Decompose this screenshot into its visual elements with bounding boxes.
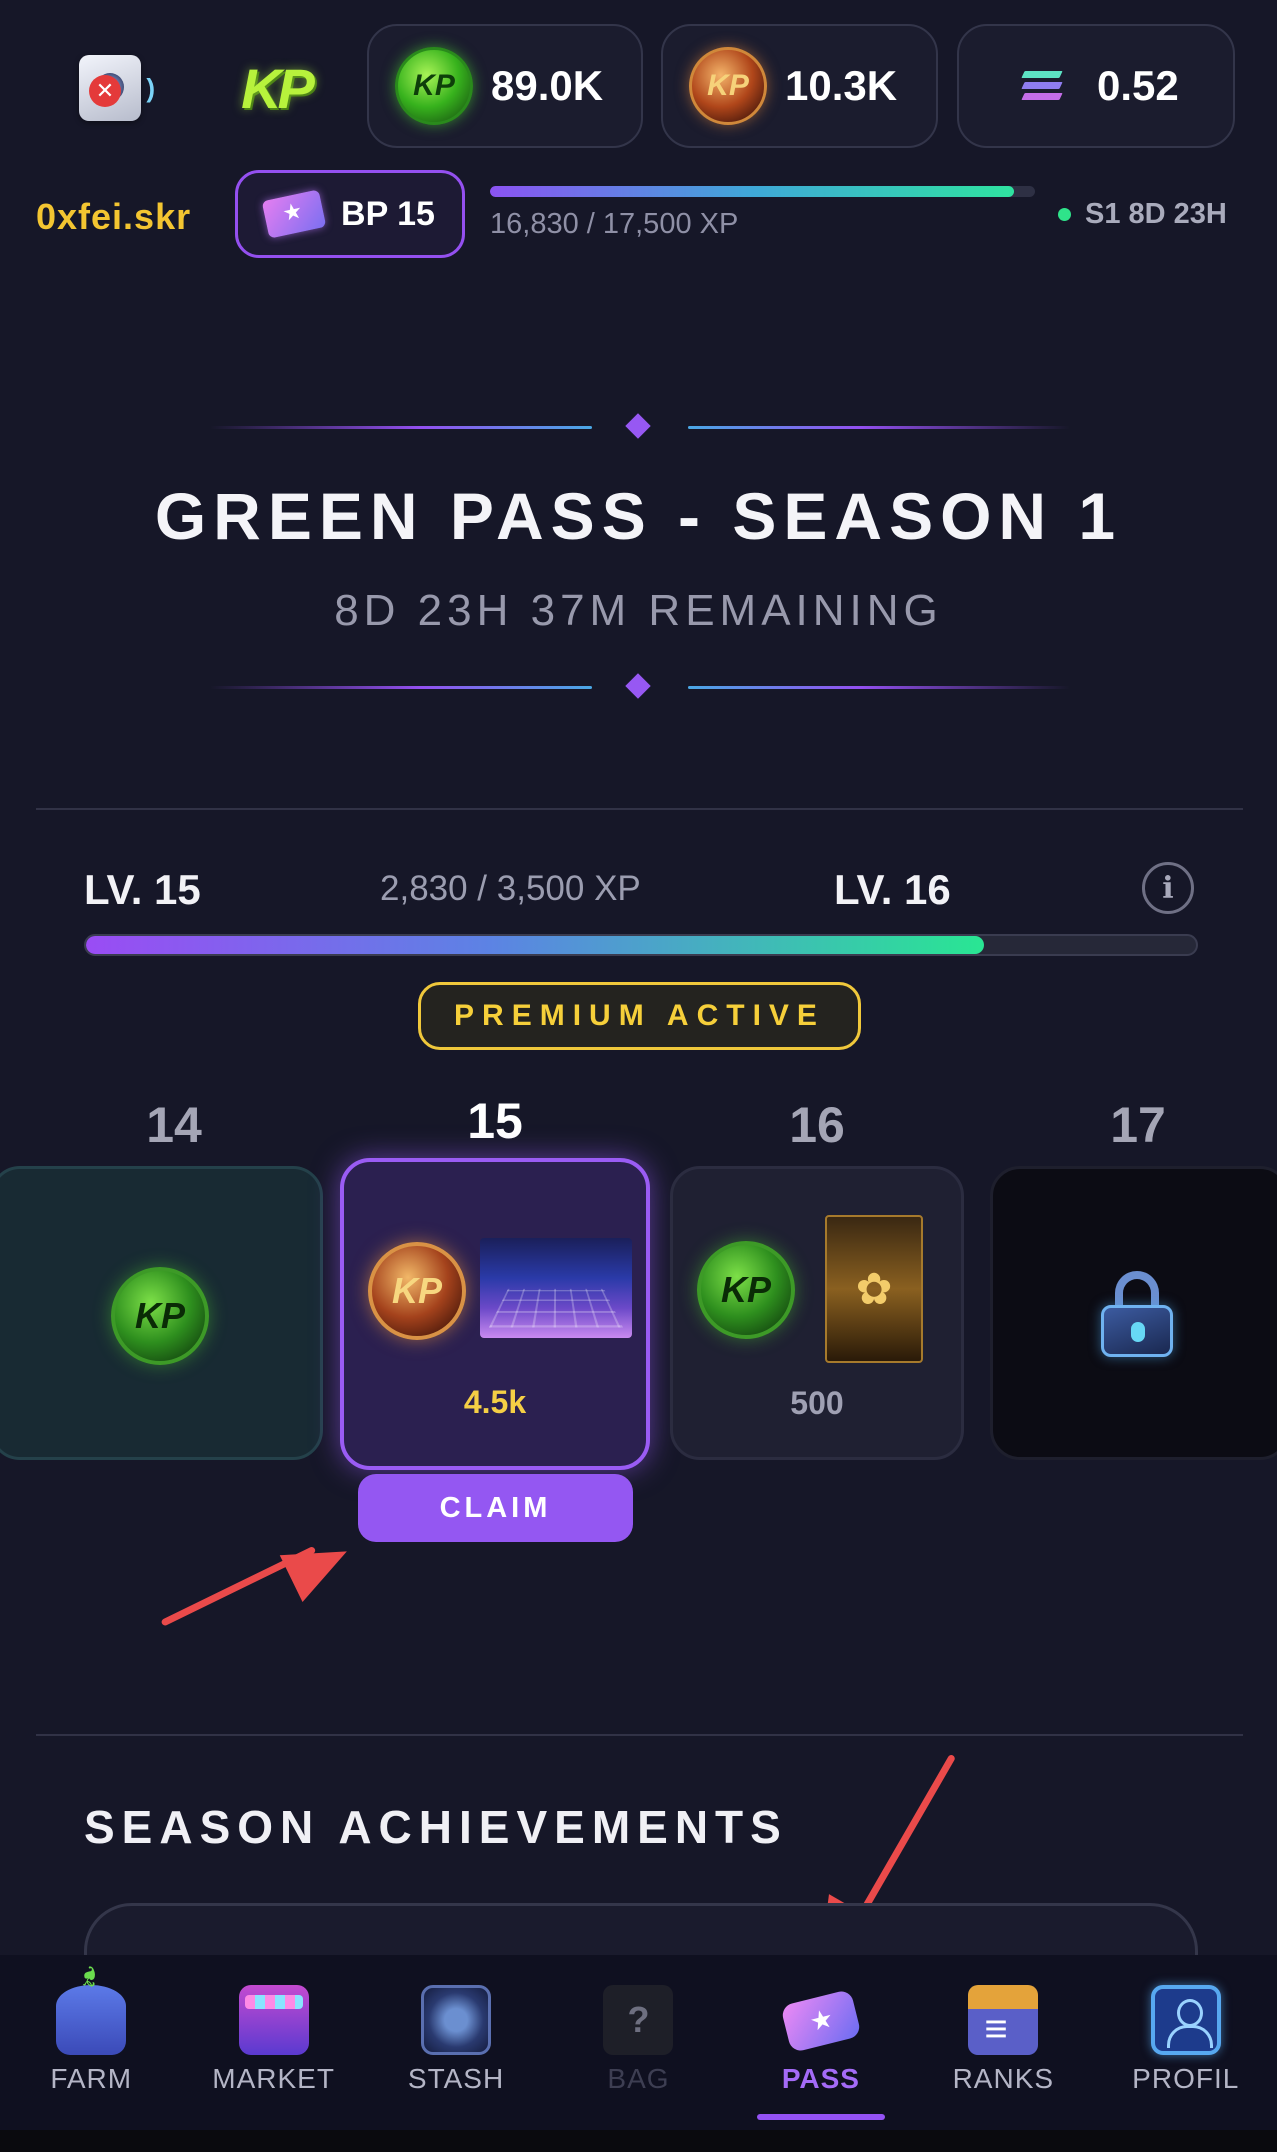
arena-skin-icon (480, 1238, 632, 1338)
nav-label: BAG (607, 2063, 670, 2094)
reward-level-17: 17 (1110, 1097, 1166, 1153)
nav-label: RANKS (952, 2063, 1055, 2094)
bp-level-label: BP 15 (341, 194, 435, 233)
kash-coin-icon: KP (689, 47, 767, 125)
reward-level-15: 15 (467, 1093, 523, 1149)
kash-balance-value: 10.3K (785, 62, 898, 109)
premium-active-badge: PREMIUM ACTIVE (418, 982, 861, 1050)
battle-pass-level-badge[interactable]: BP 15 (235, 170, 465, 258)
ticket-icon (261, 189, 327, 239)
season-xp-text: 16,830 / 17,500 XP (490, 208, 739, 240)
stash-icon (421, 1985, 492, 2055)
kush-coin-icon: KP (395, 47, 473, 125)
kush-balance[interactable]: KP 89.0K (367, 24, 643, 148)
title-divider-right (688, 426, 1070, 429)
username[interactable]: 0xfei.skr (36, 196, 191, 238)
diamond-icon (625, 673, 651, 699)
season-achievements-title: SEASON ACHIEVEMENTS (84, 1801, 788, 1853)
info-icon[interactable]: i (1142, 862, 1194, 914)
bottom-nav: FARM MARKET STASH ? BAG PASS RANKS PROFI… (0, 1955, 1277, 2130)
section-divider (36, 808, 1243, 810)
bag-icon: ? (603, 1985, 674, 2055)
speaker-muted-icon: ✕ ) (79, 55, 155, 121)
level-progress-bar (84, 934, 1198, 956)
diamond-icon (625, 413, 651, 439)
reward-amount: 500 (790, 1385, 844, 1421)
kp-logo: KP (241, 56, 315, 120)
nav-label: PASS (781, 2063, 860, 2094)
nav-label: STASH (407, 2063, 505, 2094)
gold-pack-icon: ✿ (825, 1215, 923, 1363)
nav-ranks[interactable]: RANKS (912, 1955, 1094, 2130)
level-progress-fill (86, 936, 984, 954)
sol-balance[interactable]: 0.52 (957, 24, 1235, 148)
nav-label: MARKET (212, 2063, 335, 2094)
farm-icon (56, 1985, 127, 2055)
nav-stash[interactable]: STASH (365, 1955, 547, 2130)
kush-coin-icon: KP (111, 1267, 209, 1365)
nav-market[interactable]: MARKET (182, 1955, 364, 2130)
active-tab-indicator (756, 2114, 885, 2120)
reward-amount: 4.5k (463, 1384, 527, 1420)
title-divider-left (210, 426, 592, 429)
claim-button[interactable]: CLAIM (358, 1474, 633, 1542)
system-bar (0, 2130, 1277, 2152)
nav-bag[interactable]: ? BAG (547, 1955, 729, 2130)
sol-balance-value: 0.52 (1097, 62, 1179, 109)
pass-title: GREEN PASS - SEASON 1 (154, 479, 1123, 553)
level-xp-text: 2,830 / 3,500 XP (380, 869, 641, 908)
sound-toggle-button[interactable]: ✕ ) (65, 48, 155, 128)
nav-label: FARM (50, 2063, 133, 2094)
annotation-arrowhead-claim (279, 1528, 359, 1602)
season-status: S1 8D 23H (1085, 198, 1227, 230)
section-divider (36, 1734, 1243, 1736)
nav-profil[interactable]: PROFIL (1095, 1955, 1277, 2130)
season-xp-bar-fill (490, 186, 1015, 197)
kash-balance[interactable]: KP 10.3K (661, 24, 938, 148)
pass-remaining-time: 8D 23H 37M REMAINING (334, 586, 943, 635)
kush-coin-icon: KP (697, 1241, 795, 1339)
subtitle-divider-left (210, 686, 592, 689)
ranks-icon (968, 1985, 1039, 2055)
reward-card-14[interactable]: KP (0, 1166, 323, 1460)
reward-card-16[interactable]: KP ✿ 500 (670, 1166, 964, 1460)
season-xp-bar (490, 186, 1035, 197)
solana-icon (1021, 71, 1063, 101)
nav-pass[interactable]: PASS (730, 1955, 912, 2130)
next-level-label: LV. 16 (834, 866, 951, 913)
current-level-label: LV. 15 (84, 866, 201, 913)
reward-level-14: 14 (146, 1097, 202, 1153)
reward-card-17[interactable] (990, 1166, 1277, 1460)
profile-icon (1150, 1985, 1221, 2055)
nav-label: PROFIL (1132, 2063, 1240, 2094)
kash-coin-icon: KP (368, 1242, 466, 1340)
season-live-dot-icon (1058, 208, 1071, 221)
nav-farm[interactable]: FARM (0, 1955, 182, 2130)
pass-icon (780, 1989, 862, 2053)
reward-level-16: 16 (789, 1097, 845, 1153)
reward-card-15[interactable]: KP 4.5k (340, 1158, 650, 1470)
subtitle-divider-right (688, 686, 1070, 689)
lock-icon (1101, 1271, 1173, 1357)
market-icon (238, 1985, 309, 2055)
kush-balance-value: 89.0K (491, 62, 604, 109)
